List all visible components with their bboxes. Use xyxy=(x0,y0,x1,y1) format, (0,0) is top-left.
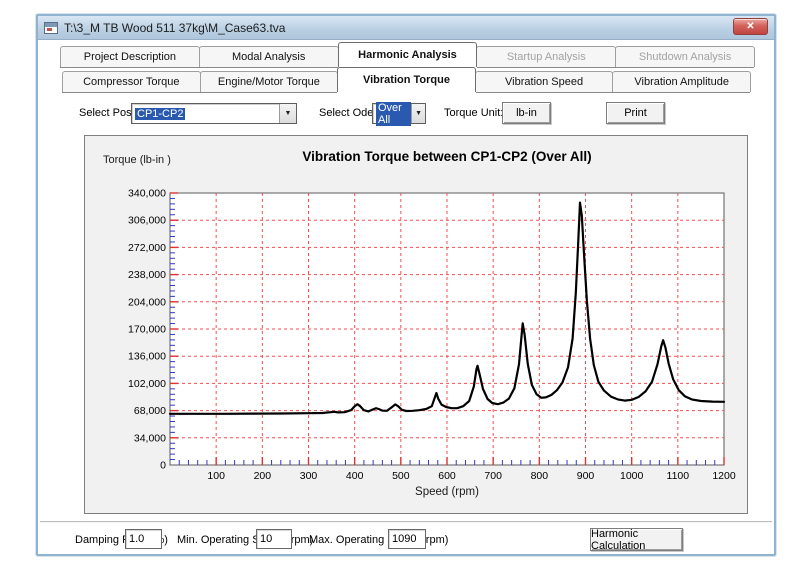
svg-text:1200: 1200 xyxy=(712,470,736,482)
select-order-value: Over All xyxy=(376,101,412,126)
svg-text:200: 200 xyxy=(254,470,272,482)
max-speed-label: Max. Operating Speed (rpm) xyxy=(309,534,449,546)
title-bar: T:\3_M TB Wood 511 37kg\M_Case63.tva ✕ xyxy=(38,16,774,40)
torque-unit-label: Torque Unit: xyxy=(444,107,504,119)
tab-engine-motor-torque[interactable]: Engine/Motor Torque xyxy=(199,71,339,92)
svg-text:204,000: 204,000 xyxy=(128,296,166,308)
svg-text:1000: 1000 xyxy=(620,470,644,482)
svg-text:272,000: 272,000 xyxy=(128,242,166,254)
chart-title: Vibration Torque between CP1-CP2 (Over A… xyxy=(302,149,592,164)
svg-text:100: 100 xyxy=(207,470,225,482)
chart-canvas: 100 200 300 400 500 600 700 800 900 1000 1100 1200 0… xyxy=(128,188,736,483)
tab-startup-analysis[interactable]: Startup Analysis xyxy=(476,46,617,67)
select-order-label: Select Oder: xyxy=(319,107,381,119)
svg-text:300: 300 xyxy=(300,470,318,482)
min-speed-input[interactable] xyxy=(256,529,292,549)
app-window: T:\3_M TB Wood 511 37kg\M_Case63.tva ✕ P… xyxy=(36,14,776,556)
harmonic-calculation-button[interactable]: Harmonic Calculation xyxy=(590,528,683,552)
y-axis-title: Torque (lb-in ) xyxy=(103,154,171,166)
torque-unit-button[interactable]: lb-in xyxy=(502,102,551,124)
svg-text:700: 700 xyxy=(484,470,502,482)
svg-text:170,000: 170,000 xyxy=(128,324,166,336)
tab-vibration-speed[interactable]: Vibration Speed xyxy=(474,71,614,92)
svg-text:600: 600 xyxy=(438,470,456,482)
svg-text:340,000: 340,000 xyxy=(128,188,166,200)
svg-text:0: 0 xyxy=(160,460,166,472)
chart-panel: 100 200 300 400 500 600 700 800 900 1000 1100 1200 0… xyxy=(84,135,748,514)
tab-modal-analysis[interactable]: Modal Analysis xyxy=(198,46,339,67)
svg-text:400: 400 xyxy=(346,470,364,482)
svg-text:34,000: 34,000 xyxy=(134,432,166,444)
primary-tab-strip: Project Description Modal Analysis Harmo… xyxy=(60,42,755,68)
tab-harmonic-analysis[interactable]: Harmonic Analysis xyxy=(337,42,478,67)
svg-text:102,000: 102,000 xyxy=(128,378,166,390)
secondary-tab-strip: Compressor Torque Engine/Motor Torque Vi… xyxy=(62,67,751,93)
close-button[interactable]: ✕ xyxy=(733,18,768,35)
damping-ratio-input[interactable] xyxy=(125,529,162,549)
svg-text:68,000: 68,000 xyxy=(134,405,166,417)
select-position-value: CP1-CP2 xyxy=(135,107,186,120)
select-position-combo[interactable]: CP1-CP2 ▼ xyxy=(131,103,297,124)
svg-text:500: 500 xyxy=(392,470,410,482)
min-speed-label: Min. Operating Speed (rpm) xyxy=(177,534,314,546)
svg-text:800: 800 xyxy=(531,470,549,482)
tab-vibration-torque[interactable]: Vibration Torque xyxy=(337,67,476,92)
svg-text:136,000: 136,000 xyxy=(128,351,166,363)
window-title: T:\3_M TB Wood 511 37kg\M_Case63.tva xyxy=(64,20,286,35)
svg-text:900: 900 xyxy=(577,470,595,482)
max-speed-input[interactable] xyxy=(388,529,426,549)
svg-text:306,000: 306,000 xyxy=(128,215,166,227)
app-icon xyxy=(44,21,58,34)
print-button[interactable]: Print xyxy=(606,102,665,124)
chevron-down-icon[interactable]: ▼ xyxy=(279,104,296,123)
tab-shutdown-analysis[interactable]: Shutdown Analysis xyxy=(615,46,755,67)
tab-vibration-amplitude[interactable]: Vibration Amplitude xyxy=(612,71,751,92)
svg-text:238,000: 238,000 xyxy=(128,269,166,281)
svg-text:1100: 1100 xyxy=(667,470,690,482)
tab-project-description[interactable]: Project Description xyxy=(60,46,200,67)
chevron-down-icon[interactable]: ▼ xyxy=(411,104,425,123)
bottom-separator xyxy=(40,521,772,523)
x-axis-title: Speed (rpm) xyxy=(415,486,479,498)
tab-compressor-torque[interactable]: Compressor Torque xyxy=(62,71,201,92)
select-order-combo[interactable]: Over All ▼ xyxy=(372,101,426,126)
